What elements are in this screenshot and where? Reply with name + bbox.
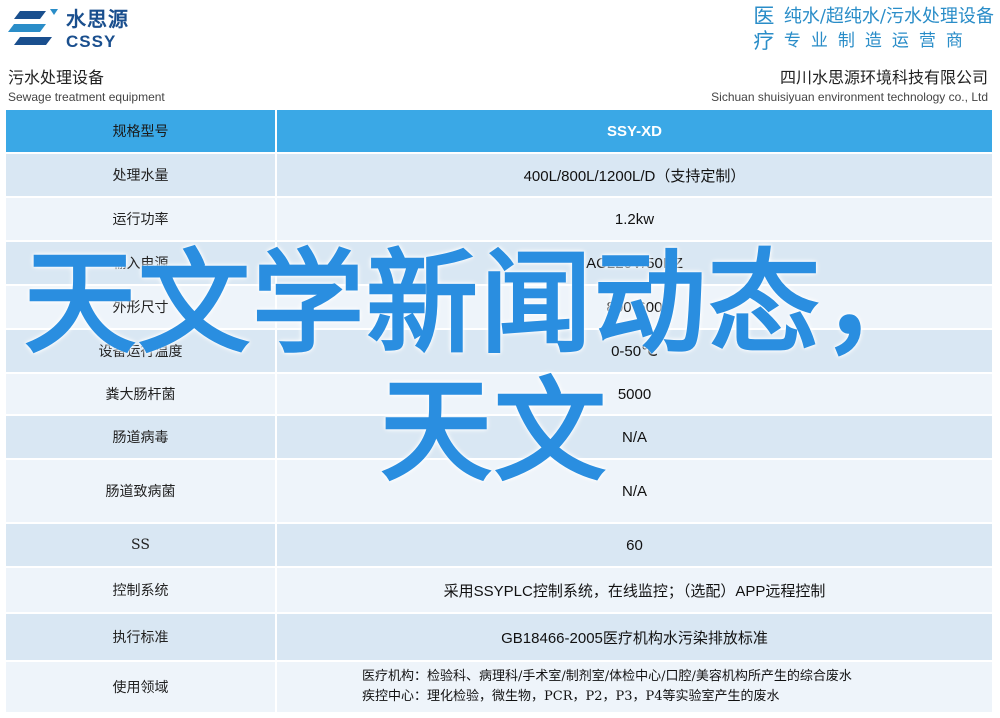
table-row: 粪大肠杆菌 5000 [6, 374, 992, 416]
usage-line-1: 医疗机构：检验科、病理科/手术室/制剂室/体检中心/口腔/美容机构所产生的综合废… [362, 669, 852, 684]
table-row: 运行功率 1.2kw [6, 198, 992, 242]
row-label: 控制系统 [6, 568, 275, 612]
brand-logo: 水思源 CSSY [6, 4, 129, 54]
table-row: 外形尺寸 800*600 [6, 286, 992, 330]
company-name-en: Sichuan shuisiyuan environment technolog… [711, 90, 988, 104]
table-row: 处理水量 400L/800L/1200L/D（支持定制） [6, 154, 992, 198]
row-value: GB18466-2005医疗机构水污染排放标准 [277, 614, 992, 660]
row-label: 设备运行温度 [6, 330, 275, 372]
row-value: 800*600 [277, 286, 992, 328]
category-title-en: Sewage treatment equipment [8, 90, 165, 104]
row-label: 肠道病毒 [6, 416, 275, 458]
table-row: 输入电源 AC220V/50HZ [6, 242, 992, 286]
row-value: 采用SSYPLC控制系统，在线监控；（选配）APP远程控制 [277, 568, 992, 612]
row-label: 肠道致病菌 [6, 460, 275, 522]
row-label: 执行标准 [6, 614, 275, 660]
row-label: 输入电源 [6, 242, 275, 284]
sub-header: 污水处理设备 Sewage treatment equipment 四川水思源环… [6, 66, 992, 110]
spec-table: 规格型号 SSY-XD 处理水量 400L/800L/1200L/D（支持定制）… [6, 110, 992, 714]
table-row: 设备运行温度 0-50℃ [6, 330, 992, 374]
company-name: 四川水思源环境科技有限公司 [779, 68, 988, 87]
row-value: 60 [277, 524, 992, 566]
row-label: 使用领域 [6, 662, 275, 712]
row-label: SS [6, 524, 275, 566]
row-value: 400L/800L/1200L/D（支持定制） [277, 154, 992, 196]
row-label: 处理水量 [6, 154, 275, 196]
header-value: SSY-XD [277, 110, 992, 152]
logo-cn-text: 水思源 [66, 6, 129, 31]
slogan: 医 疗 纯水/超纯水/污水处理设备 专业制造运营商 [750, 4, 994, 54]
row-label: 外形尺寸 [6, 286, 275, 328]
water-drop-icon [6, 5, 62, 53]
slogan-big-char-1: 医 [753, 4, 775, 28]
slogan-big-char-2: 疗 [753, 29, 775, 53]
row-value: 1.2kw [277, 198, 992, 240]
header-label: 规格型号 [6, 110, 275, 152]
row-label: 粪大肠杆菌 [6, 374, 275, 414]
table-row: SS 60 [6, 524, 992, 568]
row-value: N/A [277, 460, 992, 522]
table-row: 肠道致病菌 N/A [6, 460, 992, 524]
table-header-row: 规格型号 SSY-XD [6, 110, 992, 154]
slogan-big-chars: 医 疗 [750, 4, 778, 54]
usage-value: 医疗机构：检验科、病理科/手术室/制剂室/体检中心/口腔/美容机构所产生的综合废… [277, 662, 992, 712]
table-row-usage: 使用领域 医疗机构：检验科、病理科/手术室/制剂室/体检中心/口腔/美容机构所产… [6, 662, 992, 714]
usage-line-2: 疾控中心：理化检验，微生物，PCR，P2，P3，P4等实验室产生的废水 [362, 689, 780, 704]
row-value: N/A [277, 416, 992, 458]
slogan-line-1: 纯水/超纯水/污水处理设备 [783, 6, 994, 27]
table-row: 肠道病毒 N/A [6, 416, 992, 460]
table-row: 控制系统 采用SSYPLC控制系统，在线监控；（选配）APP远程控制 [6, 568, 992, 614]
page-header: 水思源 CSSY 医 疗 纯水/超纯水/污水处理设备 专业制造运营商 [0, 0, 1000, 58]
slogan-line-2: 专业制造运营商 [783, 31, 973, 51]
table-row: 执行标准 GB18466-2005医疗机构水污染排放标准 [6, 614, 992, 662]
row-value: 0-50℃ [277, 330, 992, 372]
row-value: AC220V/50HZ [277, 242, 992, 284]
category-title: 污水处理设备 [8, 68, 105, 87]
row-label: 运行功率 [6, 198, 275, 240]
row-value: 5000 [277, 374, 992, 414]
logo-en-text: CSSY [66, 31, 117, 51]
